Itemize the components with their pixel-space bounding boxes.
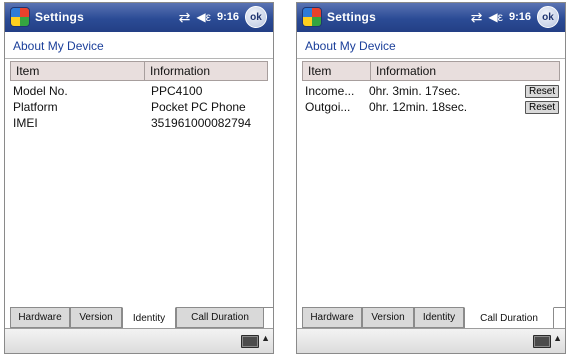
table-row[interactable]: Income... 0hr. 3min. 17sec. Reset (305, 83, 560, 99)
cell-item: Income... (305, 84, 355, 98)
connectivity-icon[interactable]: ⇄ (471, 10, 483, 24)
tab-call-duration[interactable]: Call Duration (464, 307, 554, 329)
cell-item: Outgoi... (305, 100, 351, 114)
caret-up-icon[interactable]: ▲ (261, 333, 270, 343)
table-row[interactable]: IMEI 351961000082794 (13, 115, 268, 131)
ok-button[interactable]: ok (245, 6, 267, 28)
connectivity-icon[interactable]: ⇄ (179, 10, 191, 24)
status-area: ⇄ ◀ε 9:16 ok (471, 6, 559, 28)
tab-identity[interactable]: Identity (414, 308, 464, 328)
table-row[interactable]: Outgoi... 0hr. 12min. 18sec. Reset (305, 99, 560, 115)
cell-item: IMEI (13, 116, 38, 130)
tab-hardware[interactable]: Hardware (10, 308, 70, 328)
tab-version[interactable]: Version (70, 308, 122, 328)
status-area: ⇄ ◀ε 9:16 ok (179, 6, 267, 28)
cell-information: 0hr. 12min. 18sec. (369, 100, 468, 114)
speaker-icon[interactable]: ◀ε (196, 11, 211, 23)
windows-flag-icon[interactable] (303, 8, 321, 26)
tab-strip: Hardware Version Identity Call Duration (10, 307, 273, 330)
title-bar: Settings ⇄ ◀ε 9:16 ok (297, 3, 565, 32)
cell-item: Platform (13, 100, 58, 114)
cell-information: 0hr. 3min. 17sec. (369, 84, 461, 98)
keyboard-icon[interactable] (533, 335, 551, 348)
device-screen-identity: Settings ⇄ ◀ε 9:16 ok About My Device It… (4, 2, 274, 354)
title-bar: Settings ⇄ ◀ε 9:16 ok (5, 3, 273, 32)
table-row[interactable]: Model No. PPC4100 (13, 83, 268, 99)
column-headers: Item Information (10, 61, 268, 81)
reset-incoming-button[interactable]: Reset (525, 84, 560, 98)
reset-outgoing-button[interactable]: Reset (525, 100, 560, 114)
tab-call-duration[interactable]: Call Duration (176, 308, 264, 328)
page-header: About My Device (297, 32, 565, 59)
keyboard-icon[interactable] (241, 335, 259, 348)
tab-version[interactable]: Version (362, 308, 414, 328)
column-header-information[interactable]: Information (145, 62, 210, 80)
column-header-information[interactable]: Information (371, 62, 436, 80)
cell-item: Model No. (13, 84, 68, 98)
page-header: About My Device (5, 32, 273, 59)
column-header-item[interactable]: Item (303, 62, 371, 80)
page-title: About My Device (305, 39, 396, 53)
tab-strip: Hardware Version Identity Call Duration (302, 307, 565, 330)
column-headers: Item Information (302, 61, 560, 81)
info-table: Model No. PPC4100 Platform Pocket PC Pho… (13, 83, 268, 131)
tab-identity[interactable]: Identity (122, 307, 176, 329)
call-duration-table: Income... 0hr. 3min. 17sec. Reset Outgoi… (305, 83, 560, 115)
tab-hardware[interactable]: Hardware (302, 308, 362, 328)
table-row[interactable]: Platform Pocket PC Phone (13, 99, 268, 115)
app-title: Settings (327, 10, 376, 24)
clock[interactable]: 9:16 (217, 11, 239, 23)
speaker-icon[interactable]: ◀ε (488, 11, 503, 23)
column-header-item[interactable]: Item (11, 62, 145, 80)
app-title: Settings (35, 10, 84, 24)
ok-button[interactable]: ok (537, 6, 559, 28)
device-screen-call-duration: Settings ⇄ ◀ε 9:16 ok About My Device It… (296, 2, 566, 354)
windows-flag-icon[interactable] (11, 8, 29, 26)
cell-information: PPC4100 (151, 84, 203, 98)
cell-information: Pocket PC Phone (151, 100, 246, 114)
clock[interactable]: 9:16 (509, 11, 531, 23)
page-title: About My Device (13, 39, 104, 53)
menu-bar: ▲ (297, 328, 565, 353)
cell-information: 351961000082794 (151, 116, 252, 130)
menu-bar: ▲ (5, 328, 273, 353)
caret-up-icon[interactable]: ▲ (553, 333, 562, 343)
